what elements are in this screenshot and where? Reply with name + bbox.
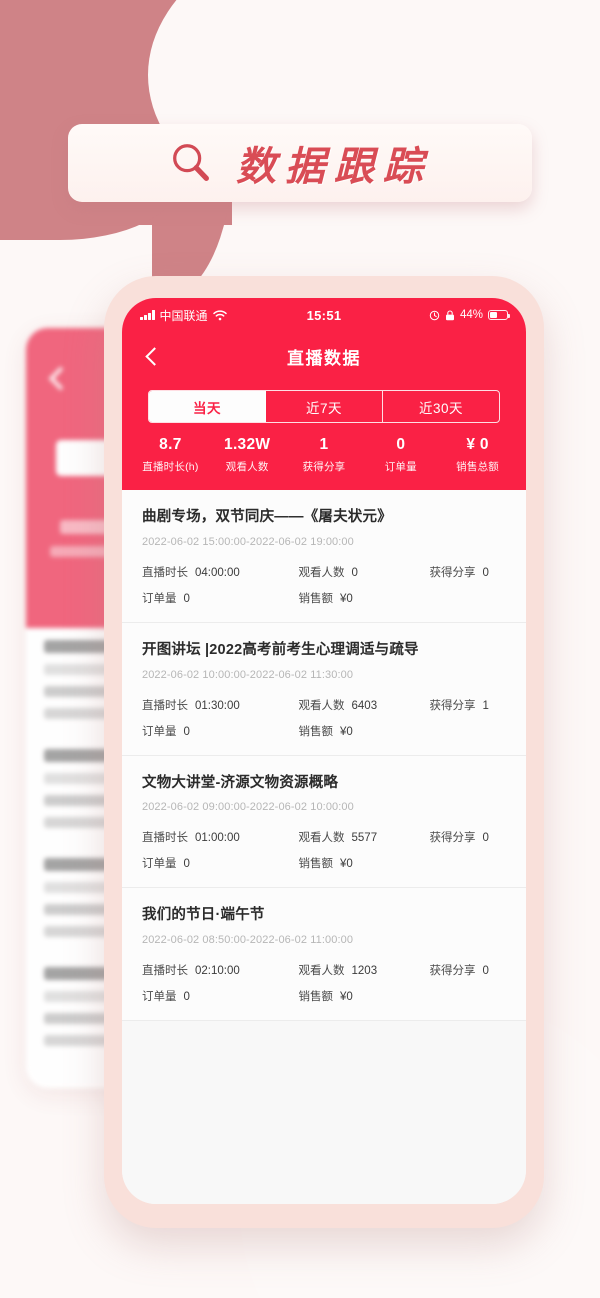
metric-orders: 订单量 0 xyxy=(142,858,190,871)
metric-shares: 获得分享 0 xyxy=(429,965,489,978)
metric-sales: 销售额 ¥0 xyxy=(298,725,353,738)
metric-sales: 销售额 ¥0 xyxy=(298,991,353,1004)
stat-total-sales: ¥ 0 销售总额 xyxy=(439,435,516,474)
stat-value: 1 xyxy=(319,436,329,453)
tab-today[interactable]: 当天 xyxy=(149,391,266,422)
session-metrics: 直播时长 01:30:00 观看人数 6403 获得分享 1 订单量 0 销售额 ¥0 xyxy=(142,697,506,739)
phone-screen: 中国联通 15:51 44% 直播数据 当天 近7天 近30天 8.7 直播时长… xyxy=(122,298,526,1204)
status-bar: 中国联通 15:51 44% xyxy=(122,298,526,332)
tab-last-30-days[interactable]: 近30天 xyxy=(383,391,499,422)
session-metrics: 直播时长 01:00:00 观看人数 5577 获得分享 0 订单量 0 销售额 ¥0 xyxy=(142,829,506,871)
search-icon xyxy=(173,144,209,181)
session-title: 开图讲坛 |2022高考前考生心理调适与疏导 xyxy=(142,641,419,658)
phone-frame: 中国联通 15:51 44% 直播数据 当天 近7天 近30天 8.7 直播时长… xyxy=(104,276,544,1228)
navigation-bar: 直播数据 xyxy=(122,332,526,380)
metric-sales: 销售额 ¥0 xyxy=(298,592,353,605)
stat-label: 订单量 xyxy=(384,460,417,473)
wifi-icon xyxy=(212,309,227,320)
signal-bars-icon xyxy=(140,310,155,320)
battery-icon xyxy=(488,309,511,321)
metric-shares: 获得分享 1 xyxy=(429,699,489,712)
session-date-range: 2022-06-02 08:50:00-2022-06-02 11:00:00 xyxy=(142,934,354,947)
app-header: 中国联通 15:51 44% 直播数据 当天 近7天 近30天 8.7 直播时长… xyxy=(122,298,526,490)
session-metrics: 直播时长 02:10:00 观看人数 1203 获得分享 0 订单量 0 销售额 ¥0 xyxy=(142,962,506,1004)
metric-orders: 订单量 0 xyxy=(142,991,190,1004)
metric-viewers: 观看人数 1203 xyxy=(298,965,378,978)
list-item[interactable]: 曲剧专场，双节同庆——《屠夫状元》 2022-06-02 15:00:00-20… xyxy=(122,489,526,623)
stat-shares: 1 获得分享 xyxy=(286,435,363,474)
carrier-label: 中国联通 xyxy=(159,308,208,323)
lock-icon xyxy=(445,309,454,320)
page-title: 数据跟踪 xyxy=(236,145,432,189)
stat-value: 1.32W xyxy=(224,436,271,453)
metric-viewers: 观看人数 6403 xyxy=(298,699,378,712)
date-range-tabs: 当天 近7天 近30天 xyxy=(148,390,500,423)
metric-sales: 销售额 ¥0 xyxy=(298,858,353,871)
metric-shares: 获得分享 0 xyxy=(429,832,489,845)
metric-orders: 订单量 0 xyxy=(142,725,190,738)
stat-viewers: 1.32W 观看人数 xyxy=(209,435,286,474)
back-button[interactable] xyxy=(138,342,166,370)
session-date-range: 2022-06-02 09:00:00-2022-06-02 10:00:00 xyxy=(142,801,354,814)
stat-label: 获得分享 xyxy=(302,460,346,473)
ghost-back-icon xyxy=(48,366,73,391)
metric-viewers: 观看人数 0 xyxy=(298,566,358,579)
stat-orders: 0 订单量 xyxy=(362,435,439,474)
tab-last-7-days[interactable]: 近7天 xyxy=(266,391,383,422)
clock: 15:51 xyxy=(306,307,342,323)
summary-stats: 8.7 直播时长(h) 1.32W 观看人数 1 获得分享 0 订单量 ¥ 0 xyxy=(122,423,526,490)
session-date-range: 2022-06-02 15:00:00-2022-06-02 19:00:00 xyxy=(142,535,354,548)
metric-duration: 直播时长 01:00:00 xyxy=(142,832,240,845)
metric-shares: 获得分享 0 xyxy=(429,566,489,579)
stat-label: 直播时长(h) xyxy=(142,460,199,473)
session-metrics: 直播时长 04:00:00 观看人数 0 获得分享 0 订单量 0 销售额 ¥0 xyxy=(142,564,506,606)
screen-title: 直播数据 xyxy=(287,348,361,368)
session-title: 文物大讲堂-济源文物资源概略 xyxy=(142,774,339,791)
metric-viewers: 观看人数 5577 xyxy=(298,832,378,845)
session-list[interactable]: 曲剧专场，双节同庆——《屠夫状元》 2022-06-02 15:00:00-20… xyxy=(122,489,526,1204)
stat-live-duration: 8.7 直播时长(h) xyxy=(132,435,209,474)
list-item[interactable]: 开图讲坛 |2022高考前考生心理调适与疏导 2022-06-02 10:00:… xyxy=(122,622,526,756)
session-title: 曲剧专场，双节同庆——《屠夫状元》 xyxy=(142,508,392,525)
metric-duration: 直播时长 04:00:00 xyxy=(142,566,240,579)
metric-duration: 直播时长 02:10:00 xyxy=(142,965,240,978)
stat-label: 销售总额 xyxy=(456,460,499,473)
chevron-left-icon xyxy=(144,346,164,366)
list-item[interactable]: 文物大讲堂-济源文物资源概略 2022-06-02 09:00:00-2022-… xyxy=(122,755,526,889)
stat-label: 观看人数 xyxy=(225,460,269,473)
stat-value: ¥ 0 xyxy=(466,436,489,453)
battery-percent-label: 44% xyxy=(459,309,483,321)
session-title: 我们的节日·端午节 xyxy=(142,907,265,924)
alarm-icon xyxy=(429,310,440,320)
session-date-range: 2022-06-02 10:00:00-2022-06-02 11:30:00 xyxy=(142,668,354,681)
stat-value: 8.7 xyxy=(159,436,182,453)
page-banner: 数据跟踪 xyxy=(68,124,532,202)
metric-duration: 直播时长 01:30:00 xyxy=(142,699,240,712)
stat-value: 0 xyxy=(396,436,406,453)
list-item[interactable]: 我们的节日·端午节 2022-06-02 08:50:00-2022-06-02… xyxy=(122,888,526,1022)
metric-orders: 订单量 0 xyxy=(142,592,190,605)
